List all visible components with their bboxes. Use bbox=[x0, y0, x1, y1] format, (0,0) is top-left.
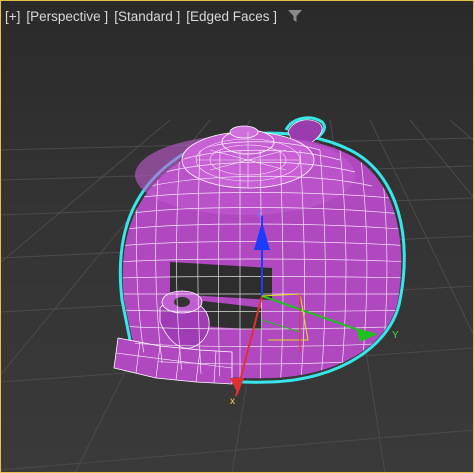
perspective-viewport[interactable]: z Y x [+] [Perspective ] [Standard ] [Ed… bbox=[0, 0, 474, 473]
filter-icon[interactable] bbox=[287, 9, 303, 23]
gizmo-z-label: z bbox=[257, 208, 262, 219]
gizmo-x-label: x bbox=[230, 396, 235, 407]
viewport-per-view-preference-menu[interactable]: [Edged Faces ] bbox=[186, 9, 277, 24]
gizmo-y-label: Y bbox=[392, 330, 399, 341]
viewport-scene[interactable]: z Y x bbox=[0, 0, 474, 473]
viewport-label-menu: [+] [Perspective ] [Standard ] [Edged Fa… bbox=[5, 6, 303, 26]
viewport-point-of-view-menu[interactable]: [Perspective ] bbox=[26, 9, 108, 24]
viewport-shading-menu[interactable]: [Standard ] bbox=[114, 9, 180, 24]
viewport-general-menu[interactable]: [+] bbox=[5, 9, 20, 24]
